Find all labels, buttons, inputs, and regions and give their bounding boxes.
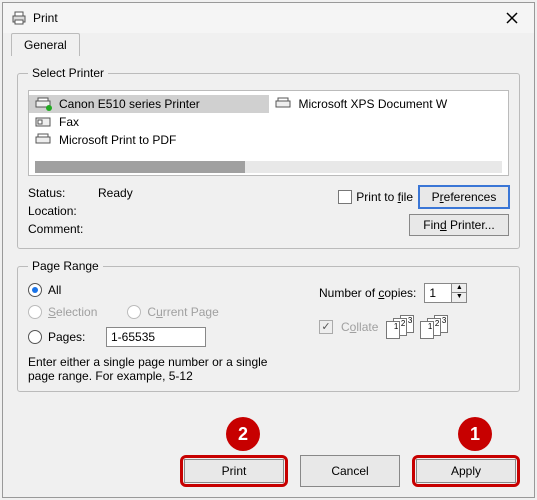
pages-input[interactable] <box>106 327 206 347</box>
dialog-buttons: Print Cancel Apply <box>180 455 520 487</box>
collate-label: Collate <box>341 320 378 334</box>
copies-input[interactable] <box>424 283 452 303</box>
radio-current-page: Current Page <box>127 305 218 319</box>
find-printer-button[interactable]: Find Printer... <box>409 214 509 236</box>
close-icon[interactable] <box>498 8 526 28</box>
printer-item[interactable]: Canon E510 series Printer <box>29 95 269 113</box>
title-bar: Print <box>3 3 534 33</box>
annotation-highlight-print: Print <box>180 455 288 487</box>
scrollbar-horizontal[interactable] <box>35 161 502 173</box>
radio-selection-label: Selection <box>48 305 97 319</box>
status-label: Status: <box>28 186 98 200</box>
comment-label: Comment: <box>28 222 98 236</box>
tab-panel-general: Select Printer Canon E510 series Printer… <box>3 56 534 412</box>
radio-current-page-label: Current Page <box>147 305 218 319</box>
radio-pages-label: Pages: <box>48 330 100 344</box>
printer-icon <box>35 133 53 147</box>
annotation-badge-1: 1 <box>458 417 492 451</box>
checkbox-icon <box>338 190 352 204</box>
page-range-legend: Page Range <box>28 259 103 273</box>
copies-spinner[interactable]: ▲ ▼ <box>424 283 467 303</box>
printer-item[interactable]: Fax <box>29 113 269 131</box>
window-title: Print <box>33 11 498 25</box>
radio-all[interactable]: All <box>28 283 313 297</box>
cancel-button[interactable]: Cancel <box>300 455 400 487</box>
tabs: General <box>3 33 534 56</box>
collate-checkbox: ✓ Collate 321 321 <box>319 315 509 339</box>
spinner-down-icon[interactable]: ▼ <box>452 293 466 302</box>
printer-icon <box>11 10 27 26</box>
printer-item[interactable]: Microsoft Print to PDF <box>29 131 508 149</box>
radio-selection: Selection <box>28 305 97 319</box>
print-to-file-label: Print to file <box>356 190 413 204</box>
apply-button[interactable]: Apply <box>416 459 516 483</box>
printer-icon <box>275 97 293 111</box>
checkbox-icon: ✓ <box>319 320 333 334</box>
collate-icon: 321 321 <box>386 315 450 339</box>
tab-general[interactable]: General <box>11 33 80 56</box>
radio-all-label: All <box>48 283 61 297</box>
page-range-help: Enter either a single page number or a s… <box>28 355 278 383</box>
scrollbar-thumb[interactable] <box>35 161 245 173</box>
fax-icon <box>35 115 53 129</box>
radio-pages[interactable]: Pages: <box>28 327 313 347</box>
printer-name: Canon E510 series Printer <box>59 97 200 111</box>
copies-label: Number of copies: <box>319 286 416 300</box>
print-to-file-checkbox[interactable]: Print to file <box>338 190 413 204</box>
printer-name: Fax <box>59 115 79 129</box>
printer-item[interactable]: Microsoft XPS Document W <box>269 95 509 113</box>
status-value: Ready <box>98 186 133 200</box>
printer-name: Microsoft Print to PDF <box>59 133 176 147</box>
printer-name: Microsoft XPS Document W <box>299 97 448 111</box>
print-dialog: Print General Select Printer Canon E510 … <box>2 2 535 498</box>
page-range-group: Page Range All Selection Curr <box>17 259 520 392</box>
print-button[interactable]: Print <box>184 459 284 483</box>
select-printer-legend: Select Printer <box>28 66 108 80</box>
preferences-button[interactable]: Preferences <box>419 186 509 208</box>
printers-list[interactable]: Canon E510 series Printer Microsoft XPS … <box>28 90 509 176</box>
location-label: Location: <box>28 204 98 218</box>
annotation-badge-2: 2 <box>226 417 260 451</box>
spinner-up-icon[interactable]: ▲ <box>452 284 466 293</box>
annotation-highlight-apply: Apply <box>412 455 520 487</box>
select-printer-group: Select Printer Canon E510 series Printer… <box>17 66 520 249</box>
printer-icon <box>35 97 53 111</box>
